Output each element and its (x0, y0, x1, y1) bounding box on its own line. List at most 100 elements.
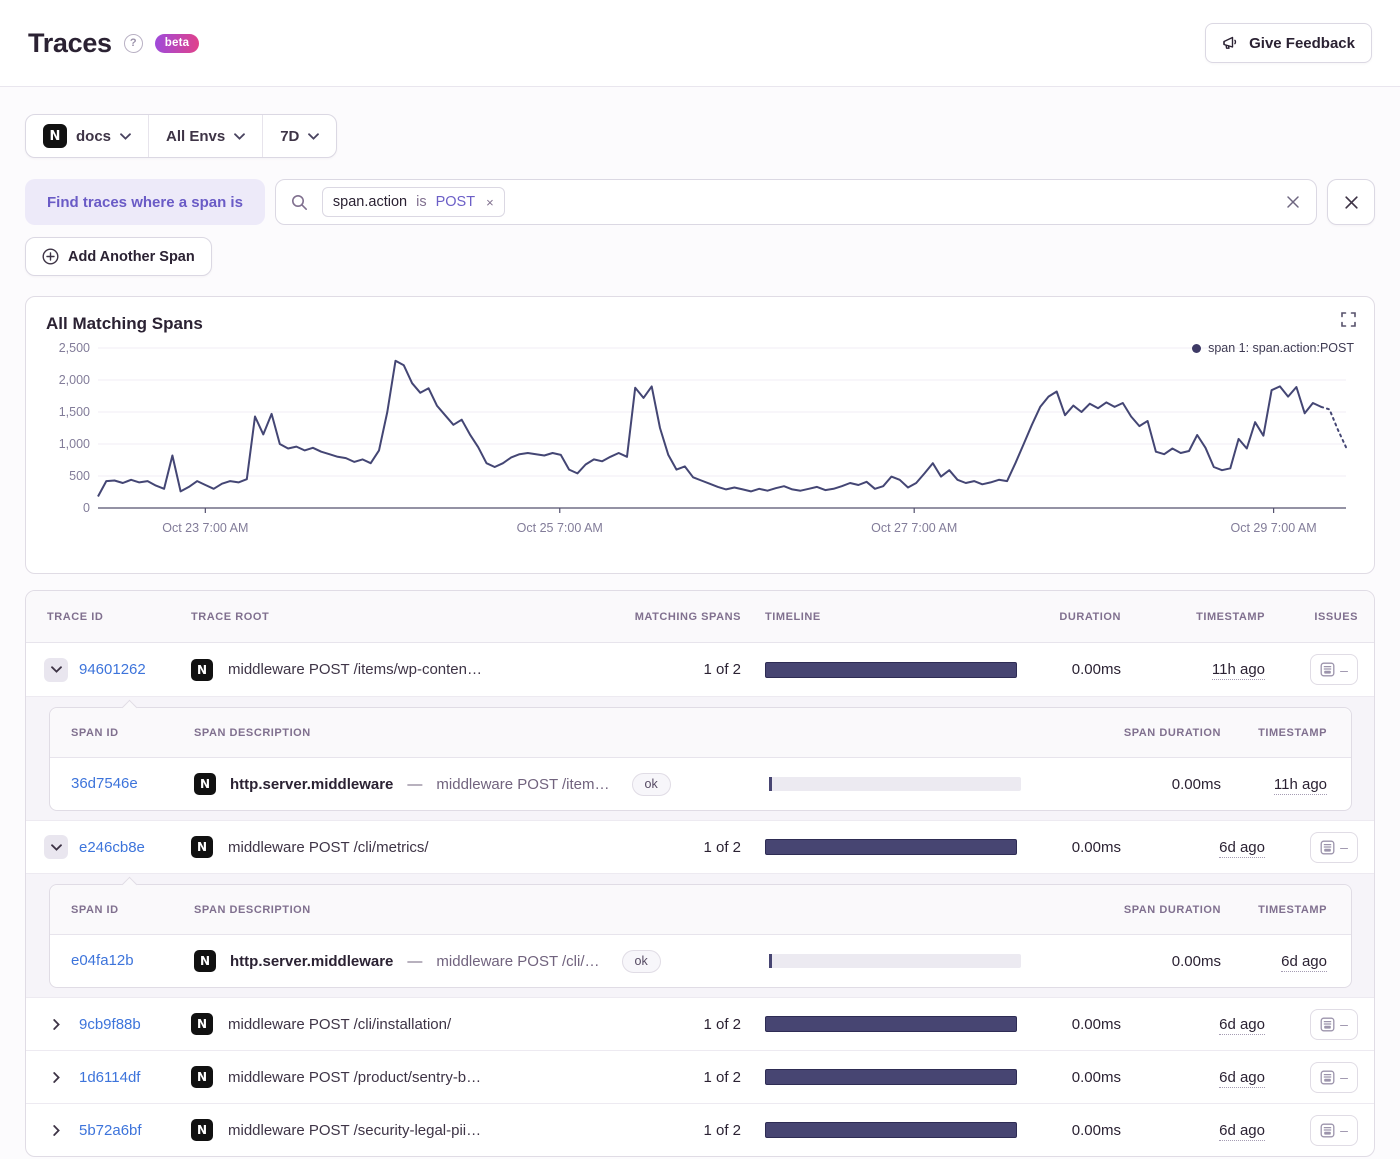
span-description: middleware POST /cli/… (436, 952, 600, 970)
header-span-timestamp: TIMESTAMP (1258, 726, 1327, 739)
description-separator: — (407, 952, 423, 970)
header-span-description: SPAN DESCRIPTION (194, 903, 311, 916)
span-status-badge: ok (631, 772, 671, 796)
token-remove-icon[interactable]: × (484, 195, 494, 210)
header-span-description: SPAN DESCRIPTION (194, 726, 311, 739)
legend-label: span 1: span.action:POST (1208, 341, 1354, 355)
trace-id-cell: 1d6114df (26, 1065, 191, 1089)
add-another-span-button[interactable]: Add Another Span (25, 237, 212, 276)
span-timestamp-value[interactable]: 11h ago (1273, 775, 1327, 795)
trace-timeline-bar (765, 1122, 1017, 1138)
timestamp-cell: 6d ago (1121, 1121, 1265, 1141)
environment-filter[interactable]: All Envs (148, 115, 262, 157)
expand-trace-button[interactable] (44, 1065, 68, 1089)
nextjs-icon: N (191, 1013, 213, 1035)
help-icon[interactable]: ? (123, 33, 143, 53)
trace-root-label: middleware POST /security-legal-pii… (228, 1121, 482, 1139)
issues-count: – (1340, 839, 1348, 855)
span-id-cell: 36d7546e (50, 775, 194, 793)
span-timestamp-value[interactable]: 6d ago (1281, 952, 1327, 972)
svg-text:1,500: 1,500 (59, 405, 90, 419)
trace-root-cell: Nmiddleware POST /cli/installation/ (191, 1013, 601, 1035)
header-span-timestamp: TIMESTAMP (1258, 903, 1327, 916)
svg-text:0: 0 (83, 501, 90, 515)
span-timeline-cell (769, 954, 1045, 968)
issues-button[interactable]: – (1310, 654, 1358, 685)
issues-button[interactable]: – (1310, 1008, 1358, 1040)
timestamp-value[interactable]: 6d ago (1219, 1121, 1265, 1141)
trace-id-link[interactable]: 9cb9f88b (79, 1016, 141, 1033)
page-title: Traces (28, 27, 112, 58)
date-range-filter[interactable]: 7D (262, 115, 336, 157)
token-value: POST (435, 194, 476, 210)
spans-line-chart: 0 500 1,000 1,500 2,000 2,500 Oct 23 7:00 AM Oc… (59, 341, 1347, 535)
timeline-cell (741, 661, 1017, 678)
megaphone-icon (1222, 35, 1240, 51)
span-timeline-cell (769, 777, 1045, 791)
all-matching-spans-panel: All Matching Spans span 1: span.action:P… (25, 296, 1375, 574)
trace-row: 5b72a6bf Nmiddleware POST /security-lega… (26, 1103, 1374, 1156)
trace-timeline-bar (765, 661, 1017, 678)
clear-search-icon[interactable] (1285, 194, 1301, 210)
timestamp-value[interactable]: 11h ago (1211, 661, 1265, 680)
span-duration-cell: 0.00ms (1171, 775, 1221, 793)
nextjs-icon: N (191, 658, 213, 681)
header-timestamp: TIMESTAMP (1196, 610, 1265, 623)
issues-button[interactable]: – (1310, 1061, 1358, 1093)
chevron-down-icon (308, 132, 320, 140)
header-duration: DURATION (1059, 610, 1121, 623)
project-filter[interactable]: N docs (26, 115, 148, 157)
span-status-badge: ok (621, 949, 661, 973)
give-feedback-button[interactable]: Give Feedback (1205, 23, 1372, 63)
give-feedback-label: Give Feedback (1249, 34, 1355, 52)
expand-trace-button[interactable] (44, 1118, 68, 1142)
trace-id-link[interactable]: e246cb8e (79, 839, 145, 856)
expand-trace-button[interactable] (44, 1012, 68, 1036)
collapse-trace-button[interactable] (44, 657, 68, 682)
span-row: e04fa12b N http.server.middleware — midd… (50, 935, 1351, 987)
span-id-link[interactable]: 36d7546e (71, 775, 138, 792)
trace-id-link[interactable]: 5b72a6bf (79, 1122, 142, 1139)
svg-text:500: 500 (69, 469, 90, 483)
header-span-id: SPAN ID (71, 726, 119, 739)
trace-id-link[interactable]: 1d6114df (79, 1069, 140, 1086)
chart-legend[interactable]: span 1: span.action:POST (1192, 341, 1354, 355)
issues-cell: – (1265, 1114, 1374, 1146)
trace-root-label: middleware POST /items/wp-conten… (228, 661, 482, 678)
nextjs-icon: N (43, 124, 67, 148)
trace-id-link[interactable]: 94601262 (79, 661, 146, 678)
find-traces-label: Find traces where a span is (25, 179, 265, 225)
issues-count: – (1340, 1016, 1348, 1032)
span-op: http.server.middleware (230, 952, 394, 970)
header-span-duration: SPAN DURATION (1123, 726, 1221, 739)
issues-button[interactable]: – (1310, 1114, 1358, 1146)
span-search-input[interactable]: span.action is POST × (274, 179, 1317, 225)
expand-chart-icon[interactable] (1341, 312, 1356, 332)
issues-count: – (1340, 1069, 1348, 1085)
trace-root-label: middleware POST /product/sentry-b… (228, 1068, 482, 1086)
issues-button[interactable]: – (1310, 831, 1358, 863)
span-id-cell: e04fa12b (50, 952, 194, 970)
token-key: span.action (332, 194, 408, 210)
matching-spans-cell: 1 of 2 (703, 661, 741, 678)
timestamp-value[interactable]: 6d ago (1219, 838, 1265, 858)
search-icon (291, 194, 307, 210)
issues-count: – (1340, 1122, 1348, 1138)
timestamp-value[interactable]: 6d ago (1219, 1068, 1265, 1088)
trace-row: 94601262 Nmiddleware POST /items/wp-cont… (26, 643, 1374, 696)
svg-text:Oct 29 7:00 AM: Oct 29 7:00 AM (1231, 521, 1317, 535)
trace-id-cell: 5b72a6bf (26, 1118, 191, 1142)
timestamp-value[interactable]: 6d ago (1219, 1015, 1265, 1035)
trace-root-cell: Nmiddleware POST /cli/metrics/ (191, 836, 601, 858)
expanded-span-zone: SPAN ID SPAN DESCRIPTION SPAN DURATION T… (26, 696, 1374, 820)
trace-root-cell: Nmiddleware POST /security-legal-pii… (191, 1119, 601, 1141)
timestamp-cell: 6d ago (1121, 1015, 1265, 1035)
filter-token[interactable]: span.action is POST × (321, 187, 505, 217)
timestamp-cell: 11h ago (1121, 661, 1265, 680)
span-timestamp-cell: 6d ago (1221, 952, 1351, 972)
collapse-trace-button[interactable] (44, 835, 68, 859)
span-sub-table: SPAN ID SPAN DESCRIPTION SPAN DURATION T… (49, 707, 1352, 811)
timeline-cell (741, 1069, 1017, 1085)
span-id-link[interactable]: e04fa12b (71, 952, 134, 969)
remove-span-button[interactable] (1327, 179, 1375, 225)
